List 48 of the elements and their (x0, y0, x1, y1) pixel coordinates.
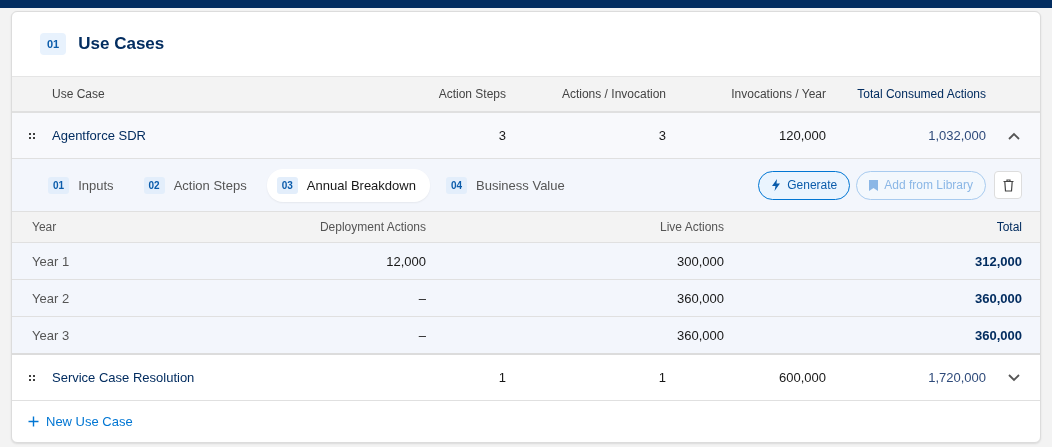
column-header: Deployment Actions (318, 220, 426, 234)
section-number: 01 (40, 33, 67, 55)
tab[interactable]: 03 Annual Breakdown (266, 168, 430, 202)
year-label: Year 2 (32, 290, 71, 306)
table-cell-text: 360,000 (676, 290, 724, 306)
drag-handle-icon[interactable] (28, 131, 36, 140)
year-label: Year 1 (32, 253, 71, 269)
table-cell-text: 1 (497, 370, 506, 385)
table-cell-text: 3 (497, 128, 506, 143)
lightning-icon (771, 179, 782, 191)
tab[interactable]: 02 Action Steps (133, 168, 261, 202)
column-header: Year (32, 220, 58, 234)
tab[interactable]: 04 Business Value (435, 168, 579, 202)
table-cell-text: 600,000 (778, 370, 826, 385)
generate-button[interactable]: Generate (758, 170, 851, 200)
drag-handle-icon[interactable] (28, 373, 36, 382)
bookmark-icon (869, 179, 879, 191)
column-header: Total (995, 220, 1022, 234)
table-cell-text: – (417, 327, 426, 343)
table-cell-text: 360,000 (676, 327, 724, 343)
column-header: Actions / Invocation (560, 87, 666, 101)
total-cell-text: 1,032,000 (927, 128, 986, 143)
section-title: Use Cases (78, 34, 165, 54)
use-case-name[interactable]: Service Case Resolution (52, 370, 361, 385)
table-cell-text: 3 (657, 128, 666, 143)
total-cell-text: 360,000 (974, 327, 1022, 343)
total-cell-text: 312,000 (974, 253, 1022, 269)
new-use-case-button[interactable]: New Use Case (28, 414, 133, 429)
table-cell-text: – (417, 290, 426, 306)
table-cell-text: 120,000 (778, 128, 826, 143)
table-cell-text: 1 (657, 370, 666, 385)
expand-chevron-icon[interactable] (1008, 373, 1020, 382)
column-header: Use Case (52, 87, 106, 101)
collapse-chevron-icon[interactable] (1008, 131, 1020, 140)
table-cell-text: 300,000 (676, 253, 724, 269)
table-cell-text: 12,000 (385, 253, 426, 269)
delete-button[interactable] (994, 171, 1022, 199)
column-header: Total Consumed Actions (856, 87, 986, 101)
year-label: Year 3 (32, 327, 71, 343)
column-header: Invocations / Year (730, 87, 826, 101)
column-header: Live Actions (658, 220, 724, 234)
use-case-name[interactable]: Agentforce SDR (52, 128, 361, 143)
column-header: Action Steps (437, 87, 506, 101)
trash-icon (1002, 178, 1014, 192)
total-cell-text: 360,000 (974, 290, 1022, 306)
plus-icon (28, 416, 39, 427)
tab[interactable]: 01 Inputs (38, 168, 128, 202)
total-cell-text: 1,720,000 (927, 370, 986, 385)
